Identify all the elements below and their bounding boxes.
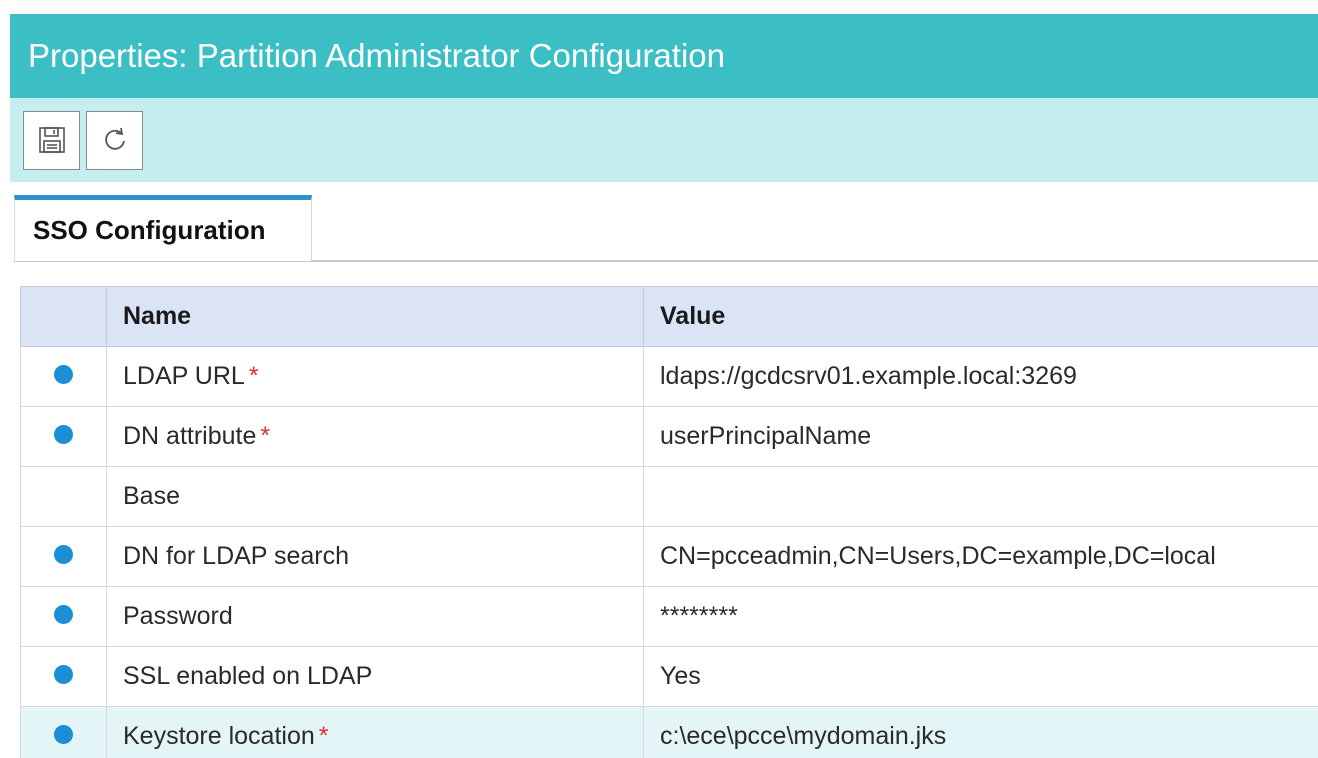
refresh-button[interactable] bbox=[86, 110, 143, 170]
property-value: c:\ece\pcce\mydomain.jks bbox=[660, 722, 947, 750]
property-name: LDAP URL bbox=[123, 362, 245, 390]
save-button[interactable] bbox=[23, 110, 80, 170]
required-marker: * bbox=[318, 722, 329, 750]
property-value: Yes bbox=[660, 662, 701, 690]
property-value: ldaps://gcdcsrv01.example.local:3269 bbox=[660, 362, 1077, 390]
status-dot-icon bbox=[54, 605, 73, 624]
property-name-cell[interactable]: Keystore location * bbox=[106, 706, 644, 758]
property-name-cell[interactable]: Base bbox=[106, 466, 644, 527]
table-row[interactable]: Keystore location * c:\ece\pcce\mydomain.j… bbox=[20, 706, 1318, 758]
status-cell bbox=[20, 406, 107, 467]
save-icon bbox=[38, 127, 65, 153]
value-column-header[interactable]: Value bbox=[643, 286, 1318, 347]
property-value-cell[interactable]: ldaps://gcdcsrv01.example.local:3269 bbox=[643, 346, 1318, 407]
grid-header-row: Name Value bbox=[20, 286, 1318, 347]
property-value-cell[interactable]: CN=pcceadmin,CN=Users,DC=example,DC=loca… bbox=[643, 526, 1318, 587]
property-name: Base bbox=[123, 482, 180, 510]
table-row[interactable]: LDAP URL * ldaps://gcdcsrv01.example.local… bbox=[20, 346, 1318, 407]
property-name: DN for LDAP search bbox=[123, 542, 350, 570]
properties-grid: Name Value LDAP URL * ldaps://gcdcsrv01.ex… bbox=[20, 286, 1318, 758]
status-dot-icon bbox=[54, 725, 73, 744]
table-row[interactable]: Base bbox=[20, 466, 1318, 527]
toolbar bbox=[10, 98, 1318, 182]
status-dot-icon bbox=[54, 545, 73, 564]
property-value: CN=pcceadmin,CN=Users,DC=example,DC=loca… bbox=[660, 542, 1216, 570]
property-name-cell[interactable]: LDAP URL * bbox=[106, 346, 644, 407]
status-cell bbox=[20, 466, 107, 527]
tab-sso-configuration[interactable]: SSO Configuration bbox=[14, 195, 312, 261]
status-dot-icon bbox=[54, 425, 73, 444]
table-row[interactable]: DN attribute * userPrincipalName bbox=[20, 406, 1318, 467]
status-cell bbox=[20, 346, 107, 407]
table-row[interactable]: DN for LDAP search CN=pcceadmin,CN=Users,… bbox=[20, 526, 1318, 587]
name-column-header[interactable]: Name bbox=[106, 286, 644, 347]
refresh-icon bbox=[104, 127, 125, 150]
property-name-cell[interactable]: DN attribute * bbox=[106, 406, 644, 467]
property-name-cell[interactable]: SSL enabled on LDAP bbox=[106, 646, 644, 707]
property-name-cell[interactable]: DN for LDAP search bbox=[106, 526, 644, 587]
property-name: SSL enabled on LDAP bbox=[123, 662, 373, 690]
property-name: Password bbox=[123, 602, 233, 630]
property-value-cell[interactable] bbox=[643, 466, 1318, 527]
table-row[interactable]: SSL enabled on LDAP Yes bbox=[20, 646, 1318, 707]
status-cell bbox=[20, 706, 107, 758]
property-value-cell[interactable]: Yes bbox=[643, 646, 1318, 707]
property-name: Keystore location bbox=[123, 722, 315, 750]
property-value-cell[interactable]: c:\ece\pcce\mydomain.jks bbox=[643, 706, 1318, 758]
status-dot-icon bbox=[54, 365, 73, 384]
property-value-cell[interactable]: ******** bbox=[643, 586, 1318, 647]
tab-strip: SSO Configuration bbox=[14, 195, 1318, 262]
property-name-cell[interactable]: Password bbox=[106, 586, 644, 647]
window-title: Properties: Partition Administrator Conf… bbox=[10, 14, 1318, 98]
required-marker: * bbox=[260, 422, 271, 450]
property-value-cell[interactable]: userPrincipalName bbox=[643, 406, 1318, 467]
status-cell bbox=[20, 526, 107, 587]
required-marker: * bbox=[248, 362, 259, 390]
property-name: DN attribute bbox=[123, 422, 257, 450]
status-column-header bbox=[20, 286, 107, 347]
property-value: userPrincipalName bbox=[660, 422, 872, 450]
property-value: ******** bbox=[660, 602, 738, 630]
status-dot-icon bbox=[54, 665, 73, 684]
status-cell bbox=[20, 586, 107, 647]
table-row[interactable]: Password ******** bbox=[20, 586, 1318, 647]
status-cell bbox=[20, 646, 107, 707]
